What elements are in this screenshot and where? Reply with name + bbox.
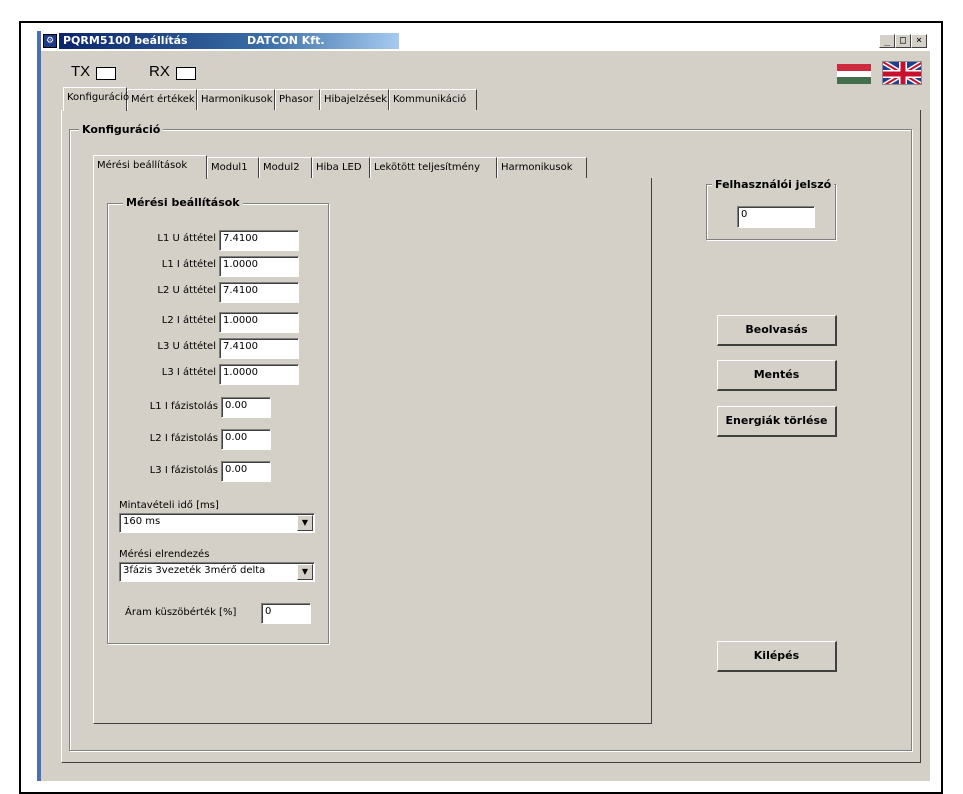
- l3-u-ratio-input[interactable]: 7.4100: [219, 338, 299, 359]
- field-label: L1 I áttétel: [161, 259, 216, 270]
- config-group-label: Konfiguráció: [79, 123, 164, 136]
- save-button[interactable]: Mentés: [717, 360, 837, 391]
- field-label: L2 I áttétel: [161, 315, 216, 326]
- tab-kommunikacio[interactable]: Kommunikáció: [389, 89, 477, 110]
- hu-flag-icon[interactable]: [837, 64, 871, 84]
- close-button[interactable]: ×: [911, 34, 927, 48]
- sampling-time-value: 160 ms: [123, 516, 161, 527]
- arrangement-label: Mérési elrendezés: [119, 549, 210, 560]
- password-input[interactable]: 0: [737, 206, 815, 228]
- l2-i-ratio-input[interactable]: 1.0000: [219, 312, 299, 333]
- threshold-input[interactable]: 0: [261, 603, 311, 624]
- field-label: L2 I fázistolás: [149, 433, 218, 444]
- minimize-button[interactable]: _: [879, 34, 895, 48]
- tab-phasor[interactable]: Phasor: [275, 89, 320, 110]
- tab-mert-ertekek[interactable]: Mért értékek: [127, 89, 197, 110]
- sampling-time-select[interactable]: 160 ms ▼: [119, 513, 315, 533]
- field-label: L1 U áttétel: [157, 233, 216, 244]
- chevron-down-icon[interactable]: ▼: [297, 515, 313, 531]
- field-label: L2 U áttétel: [157, 285, 216, 296]
- l2-phase-shift-input[interactable]: 0.00: [221, 429, 271, 450]
- measurement-group-label: Mérési beállítások: [123, 196, 243, 209]
- window-title: PQRM5100 beállítás: [63, 34, 188, 47]
- sampling-time-label: Mintavételi idő [ms]: [119, 500, 219, 511]
- app-icon: ⚙: [43, 34, 57, 48]
- l3-phase-shift-input[interactable]: 0.00: [221, 461, 271, 482]
- arrangement-value: 3fázis 3vezeték 3mérő delta: [123, 565, 266, 576]
- subtab-meresi-beallitasok[interactable]: Mérési beállítások: [93, 155, 207, 179]
- app-window: ⚙ PQRM5100 beállítás DATCON Kft. _ □ × T…: [37, 31, 930, 781]
- maximize-button[interactable]: □: [895, 34, 911, 48]
- tab-harmonikusok[interactable]: Harmonikusok: [197, 89, 275, 110]
- read-button[interactable]: Beolvasás: [717, 315, 837, 346]
- field-label: L3 I áttétel: [161, 367, 216, 378]
- tx-label: TX: [71, 63, 91, 80]
- tab-konfiguracio[interactable]: Konfiguráció: [63, 87, 129, 111]
- tab-hibajelzesek[interactable]: Hibajelzések: [320, 89, 389, 110]
- l2-u-ratio-input[interactable]: 7.4100: [219, 282, 299, 303]
- l3-i-ratio-input[interactable]: 1.0000: [219, 364, 299, 385]
- subtab-harmonikusok[interactable]: Harmonikusok: [497, 157, 587, 178]
- field-label: L3 U áttétel: [157, 341, 216, 352]
- exit-button[interactable]: Kilépés: [717, 641, 837, 672]
- clear-energy-button[interactable]: Energiák törlése: [717, 406, 837, 437]
- l1-i-ratio-input[interactable]: 1.0000: [219, 256, 299, 277]
- chevron-down-icon[interactable]: ▼: [297, 564, 313, 580]
- subtab-modul2[interactable]: Modul2: [259, 157, 312, 178]
- tx-led-indicator: [96, 67, 116, 80]
- rx-led-indicator: [176, 67, 196, 80]
- l1-phase-shift-input[interactable]: 0.00: [221, 397, 271, 418]
- subtab-modul1[interactable]: Modul1: [207, 157, 259, 178]
- subtab-lekotott-teljesitmeny[interactable]: Lekötött teljesítmény: [370, 157, 497, 178]
- subtab-hiba-led[interactable]: Hiba LED: [312, 157, 370, 178]
- rx-label: RX: [149, 63, 170, 80]
- field-label: L1 I fázistolás: [149, 401, 218, 412]
- window-company: DATCON Kft.: [247, 34, 325, 47]
- password-group-label: Felhasználói jelszó: [712, 178, 835, 191]
- threshold-label: Áram küszöbérték [%]: [125, 607, 237, 618]
- title-bar: ⚙ PQRM5100 beállítás DATCON Kft. _ □ ×: [41, 31, 930, 51]
- l1-u-ratio-input[interactable]: 7.4100: [219, 230, 299, 251]
- arrangement-select[interactable]: 3fázis 3vezeték 3mérő delta ▼: [119, 562, 315, 582]
- uk-flag-icon[interactable]: [882, 61, 922, 85]
- field-label: L3 I fázistolás: [149, 465, 218, 476]
